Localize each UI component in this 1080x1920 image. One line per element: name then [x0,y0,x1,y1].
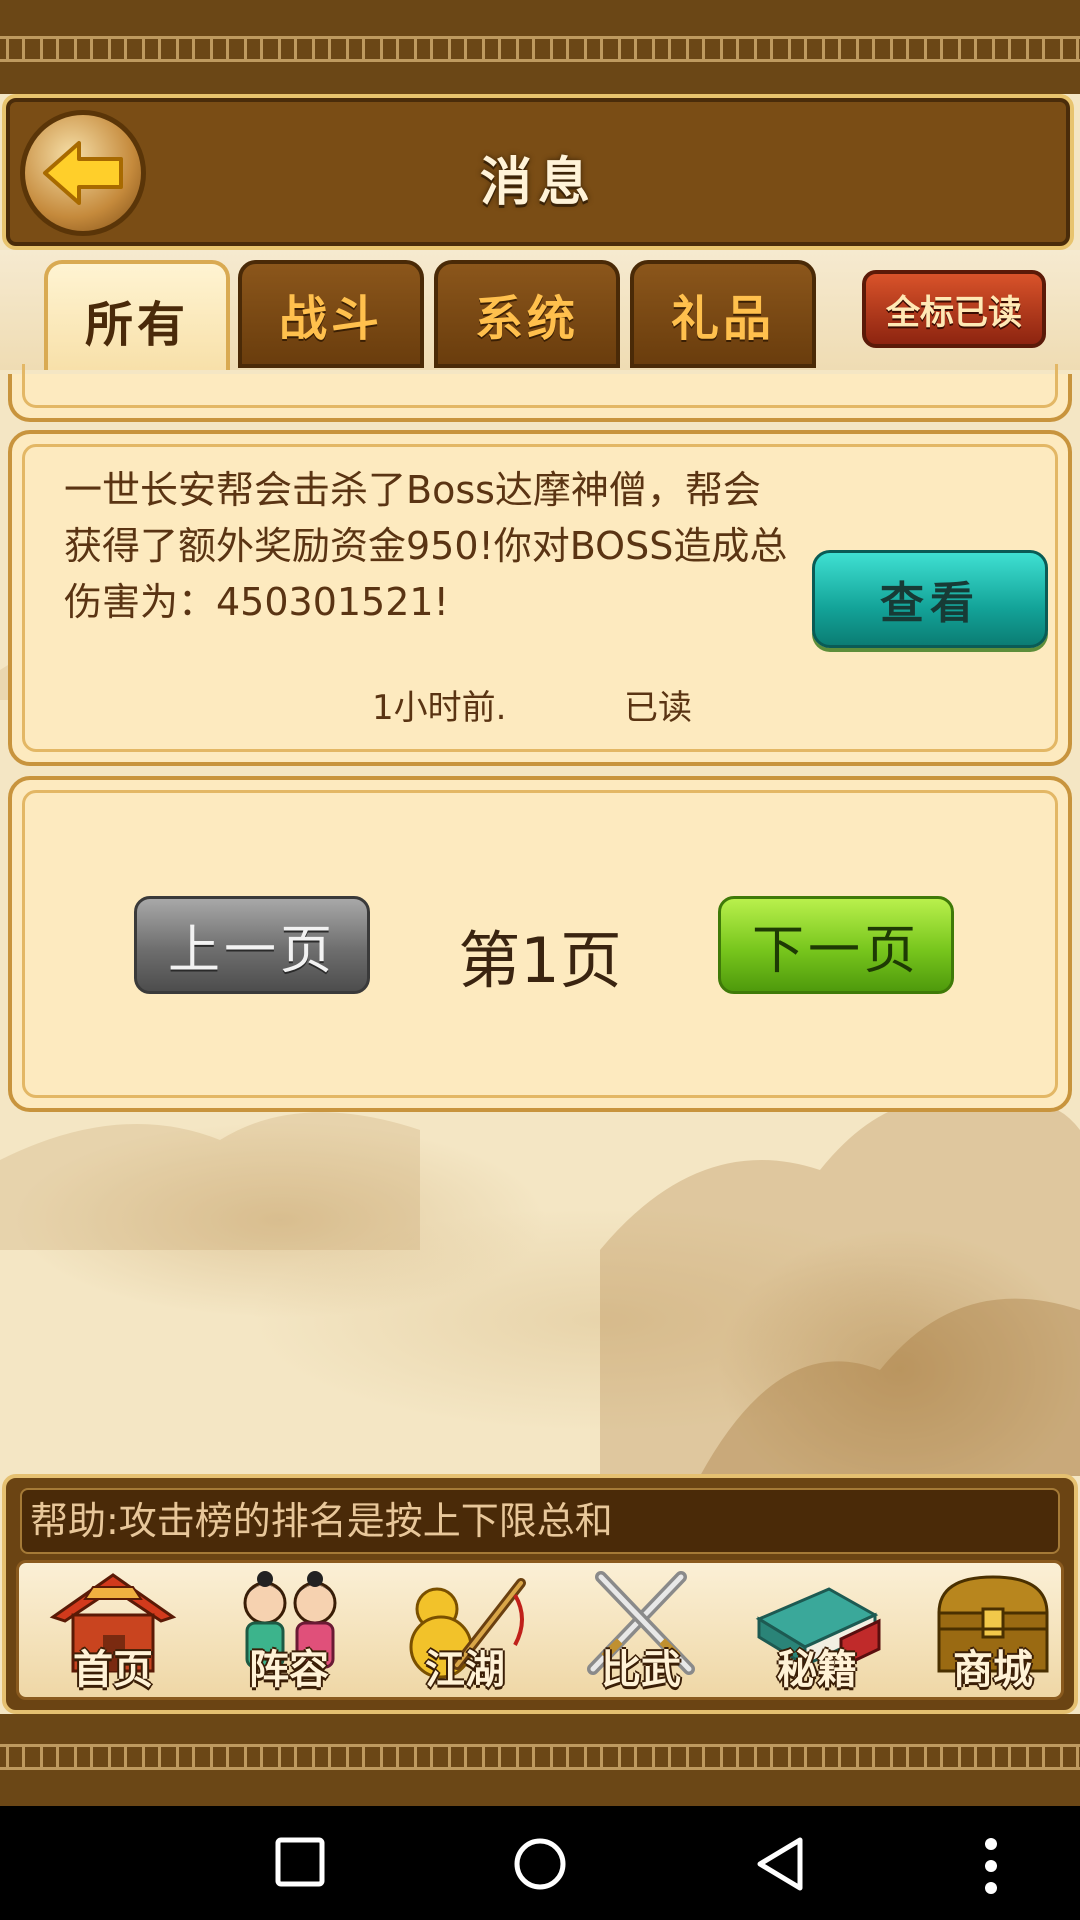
fret-pattern [0,36,1080,62]
message-line: 获得了额外奖励资金950!你对BOSS造成总 [64,524,788,568]
message-card-partial [8,364,1072,422]
nav-label: 比武 [601,1647,681,1693]
view-button[interactable]: 查看 [812,550,1048,648]
bottom-decorative-strip [0,1714,1080,1806]
fret-pattern [0,1744,1080,1770]
message-line: 伤害为：450301521! [64,580,449,624]
nav-label: 江湖 [425,1647,505,1693]
tab-system[interactable]: 系统 [434,260,620,368]
header-bar: 消息 [2,94,1074,250]
message-body: 一世长安帮会击杀了Boss达摩神僧，帮会 获得了额外奖励资金950!你对BOSS… [64,462,824,630]
help-ticker: 帮助:攻击榜的排名是按上下限总和 [20,1488,1060,1554]
nav-item-shop[interactable]: 商城 [913,1569,1073,1695]
bottom-nav: 首页 阵容 江湖 比武 秘籍 商城 [16,1560,1064,1700]
home-circle-icon[interactable] [512,1836,568,1892]
nav-item-duel[interactable]: 比武 [561,1569,721,1695]
page-title: 消息 [479,153,596,213]
top-decorative-strip [0,0,1080,94]
next-page-button[interactable]: 下一页 [718,896,954,994]
recent-apps-icon[interactable] [274,1836,326,1888]
tab-bar: 所有 战斗 系统 礼品 全标已读 [0,250,1080,376]
nav-label: 秘籍 [777,1647,857,1693]
card-inner-border [22,364,1058,408]
nav-item-manuals[interactable]: 秘籍 [737,1569,897,1695]
bottom-panel: 帮助:攻击榜的排名是按上下限总和 首页 阵容 江湖 比武 秘籍 商城 [2,1474,1078,1714]
pager-card: 上一页 第1页 下一页 [8,776,1072,1112]
nav-label: 阵容 [249,1647,329,1693]
message-card: 一世长安帮会击杀了Boss达摩神僧，帮会 获得了额外奖励资金950!你对BOSS… [8,430,1072,766]
nav-item-home[interactable]: 首页 [33,1569,193,1695]
nav-item-jianghu[interactable]: 江湖 [385,1569,545,1695]
more-dots-icon[interactable] [984,1836,998,1896]
tab-all[interactable]: 所有 [44,260,230,376]
nav-item-lineup[interactable]: 阵容 [209,1569,369,1695]
tab-battle[interactable]: 战斗 [238,260,424,368]
tab-gifts[interactable]: 礼品 [630,260,816,368]
back-triangle-icon[interactable] [754,1836,806,1892]
nav-label: 首页 [73,1647,153,1693]
nav-label: 商城 [953,1647,1033,1693]
system-navigation-bar [0,1806,1080,1920]
message-time: 1小时前. [372,688,507,728]
message-line: 一世长安帮会击杀了Boss达摩神僧，帮会 [64,468,761,512]
mark-all-read-button[interactable]: 全标已读 [862,270,1046,348]
message-read-status: 已读 [624,688,692,728]
